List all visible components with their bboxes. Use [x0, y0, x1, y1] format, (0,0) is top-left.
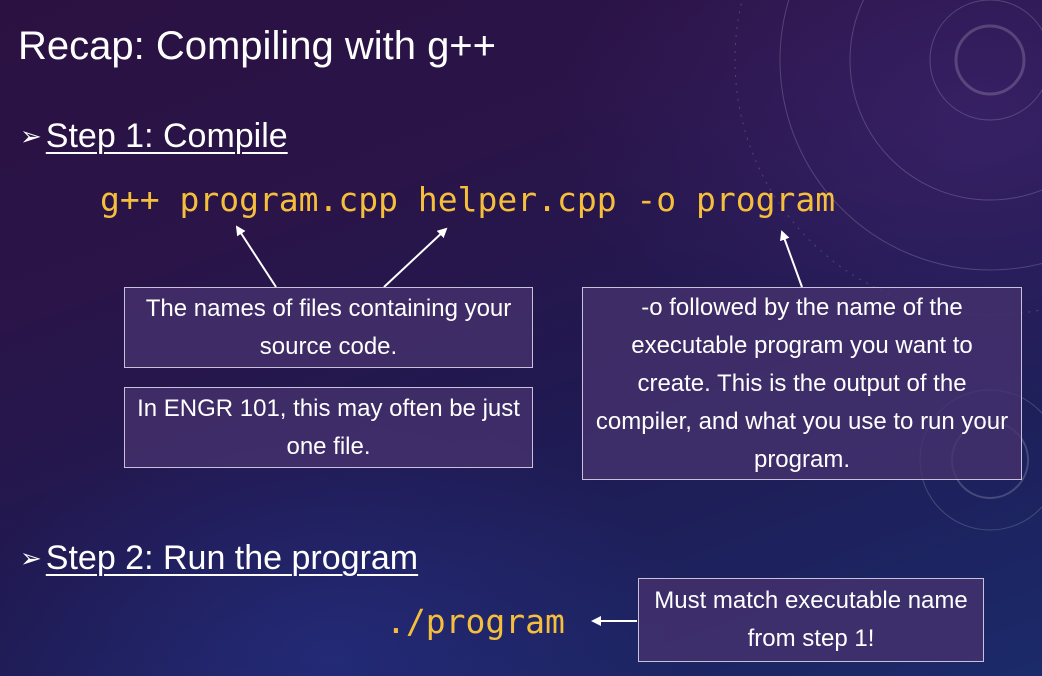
callout-output-flag-text: -o followed by the name of the executabl… [595, 293, 1009, 473]
callout-one-file-note-text: In ENGR 101, this may often be just one … [137, 394, 520, 460]
callout-match-name: Must match executable name from step 1! [638, 578, 984, 662]
callout-one-file-note: In ENGR 101, this may often be just one … [124, 387, 533, 468]
step-2-label: Step 2: Run the program [45, 539, 419, 577]
arrow-to-output-name [780, 230, 803, 288]
step-1-heading: ➢ Step 1: Compile [20, 116, 288, 156]
step-1-label: Step 1: Compile [45, 117, 288, 155]
compile-command: g++ program.cpp helper.cpp -o program [100, 180, 836, 219]
slide-title: Recap: Compiling with g++ [18, 24, 497, 68]
callout-output-flag: -o followed by the name of the executabl… [582, 287, 1022, 480]
run-command: ./program [386, 602, 565, 641]
arrow-bullet-icon: ➢ [20, 543, 42, 573]
callout-match-name-text: Must match executable name from step 1! [654, 587, 968, 652]
step-2-heading: ➢ Step 2: Run the program [20, 538, 418, 578]
arrow-bullet-icon: ➢ [20, 121, 42, 151]
callout-source-files-text: The names of files containing your sourc… [145, 294, 512, 360]
arrow-to-program-cpp [235, 225, 277, 288]
callout-source-files: The names of files containing your sourc… [124, 287, 533, 368]
arrow-to-helper-cpp [383, 227, 448, 288]
